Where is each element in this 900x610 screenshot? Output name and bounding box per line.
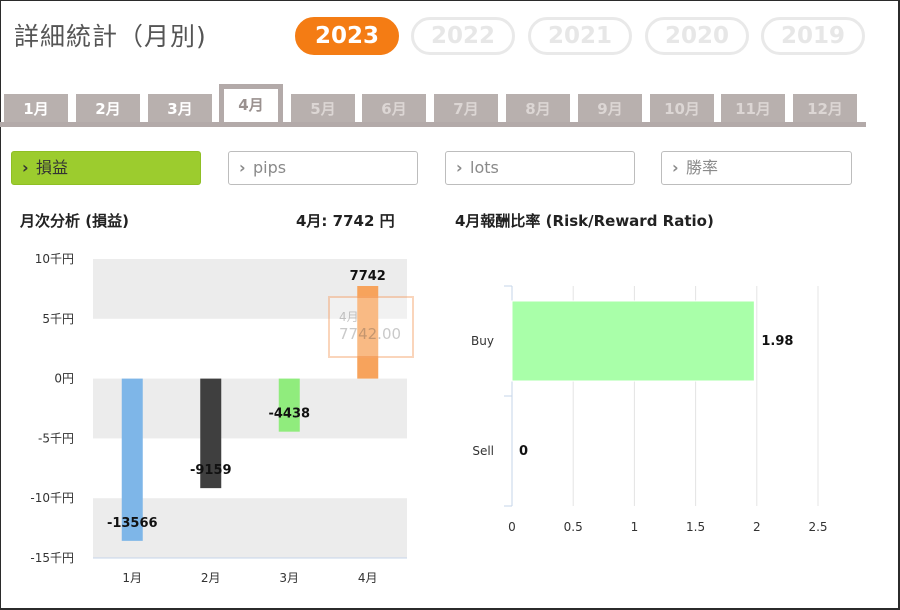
- x-tick-label: 1: [631, 520, 639, 534]
- tooltip-month: 4月: [339, 310, 359, 324]
- data-label: 1.98: [761, 334, 793, 349]
- chart-tooltip: 4月 7742.00: [328, 296, 414, 358]
- x-tick-label: 0: [508, 520, 516, 534]
- risk-reward-chart: 0 0.5 1 1.5 2 2.5 Buy 1.98 Sell 0: [471, 285, 828, 534]
- x-tick-label: 1.5: [686, 520, 705, 534]
- x-tick-label: 2: [753, 520, 761, 534]
- x-tick-label: 0.5: [564, 520, 583, 534]
- x-tick-label: 2.5: [808, 520, 827, 534]
- tooltip-value: 7742.00: [339, 325, 402, 343]
- data-label: 0: [519, 444, 528, 459]
- bar: [511, 300, 755, 382]
- y-tick-label: Sell: [472, 444, 494, 458]
- y-tick-label: Buy: [471, 334, 494, 348]
